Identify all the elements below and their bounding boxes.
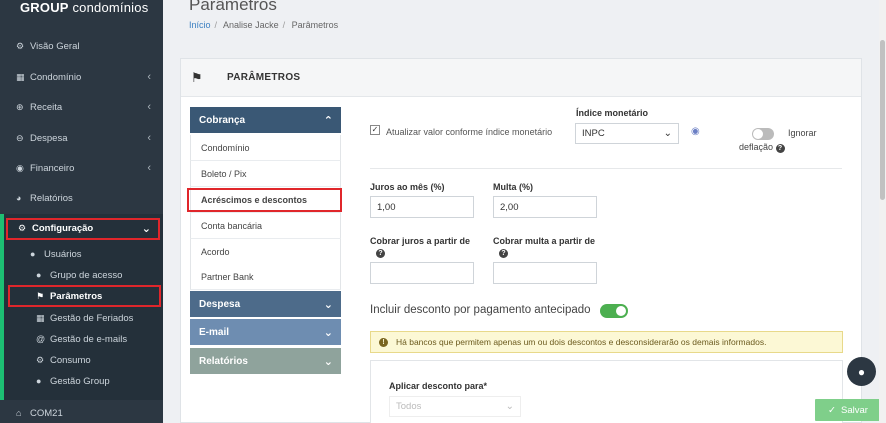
sidebar-sub-grupo-acesso[interactable]: ● Grupo de acesso <box>36 266 122 284</box>
chevron-down-icon: ⌄ <box>663 128 672 139</box>
building-icon: ▦ <box>16 71 25 82</box>
minus-circle-icon: ⊖ <box>16 132 24 143</box>
sidebar-item-visao-geral[interactable]: ⚙ Visão Geral <box>0 35 163 57</box>
chevron-down-icon: ⌄ <box>505 401 514 412</box>
breadcrumb: Início / Analise Jacke / Parâmetros <box>189 20 339 30</box>
chevron-down-icon: ⌄ <box>323 355 333 368</box>
aplicar-label: Aplicar desconto para* <box>389 381 488 391</box>
atualizar-label: Atualizar valor conforme índice monetári… <box>386 127 553 137</box>
ignorar-deflacao-toggle[interactable] <box>752 128 774 140</box>
users-icon: ● <box>36 270 42 280</box>
sidebar-sub-gestao-group[interactable]: ● Gestão Group <box>36 372 110 390</box>
chevron-up-icon: ⌃ <box>323 114 333 127</box>
menu-item-partner-bank[interactable]: Partner Bank <box>190 264 341 290</box>
sidebar-item-receita[interactable]: ⊕ Receita ‹ <box>0 96 163 118</box>
help-icon[interactable]: ? <box>499 249 508 258</box>
desconto-label: Incluir desconto por pagamento antecipad… <box>370 304 591 316</box>
card-header: ⚑ PARÂMETROS <box>181 59 861 97</box>
sidebar-item-relatorios[interactable]: ◕ Relatórios <box>0 187 163 209</box>
sidebar-item-com21[interactable]: ⌂ COM21 <box>0 402 163 423</box>
breadcrumb-parametros: Parâmetros <box>291 20 339 30</box>
home-icon: ⌂ <box>16 408 22 418</box>
check-icon: ✓ <box>828 404 837 416</box>
eye-icon[interactable]: ◉ <box>691 126 700 137</box>
cobrar-juros-input[interactable] <box>370 262 474 284</box>
user-icon: ● <box>30 249 36 259</box>
indice-label: Índice monetário <box>576 108 649 118</box>
chat-icon[interactable]: ● <box>847 357 876 386</box>
indice-select[interactable]: INPC ⌄ <box>575 123 679 144</box>
cobrar-multa-label: Cobrar multa a partir de <box>493 236 596 246</box>
ignorar-label: Ignorar <box>788 128 817 138</box>
highlight-box <box>8 285 161 307</box>
divider <box>370 168 842 169</box>
menu-despesa[interactable]: Despesa ⌄ <box>190 291 341 317</box>
user-icon: ● <box>36 376 42 386</box>
sidebar-item-despesa[interactable]: ⊖ Despesa ‹ <box>0 127 163 149</box>
sidebar-item-financeiro[interactable]: ◉ Financeiro ‹ <box>0 157 163 179</box>
sidebar-sub-emails[interactable]: @ Gestão de e-mails <box>36 330 127 348</box>
juros-input[interactable]: 1,00 <box>370 196 474 218</box>
sidebar-sub-usuarios[interactable]: ● Usuários <box>30 245 82 263</box>
at-icon: @ <box>36 334 46 344</box>
money-icon: ◉ <box>16 162 24 173</box>
chevron-down-icon: ⌄ <box>323 326 333 339</box>
card-title: PARÂMETROS <box>227 72 301 83</box>
cobrar-juros-label: Cobrar juros a partir de <box>370 236 471 246</box>
flag-icon: ⚑ <box>191 69 203 85</box>
juros-label: Juros ao mês (%) <box>370 182 445 192</box>
multa-input[interactable]: 2,00 <box>493 196 597 218</box>
cogs-icon: ⚙ <box>36 354 45 365</box>
save-button[interactable]: ✓ Salvar <box>815 399 881 421</box>
chevron-left-icon: ‹ <box>147 101 151 113</box>
scrollbar-thumb[interactable] <box>880 40 885 200</box>
aplicar-select[interactable]: Todos ⌄ <box>389 396 521 417</box>
plus-circle-icon: ⊕ <box>16 101 24 112</box>
brand-logo[interactable]: GROUP condomínios <box>20 0 148 15</box>
multa-label: Multa (%) <box>493 182 533 192</box>
sidebar: GROUP condomínios ⚙ Visão Geral ▦ Condomín… <box>0 0 163 423</box>
menu-email[interactable]: E-mail ⌄ <box>190 319 341 345</box>
menu-item-acordo[interactable]: Acordo <box>190 239 341 265</box>
breadcrumb-inicio[interactable]: Início <box>189 20 211 30</box>
chevron-left-icon: ‹ <box>147 71 151 83</box>
menu-item-conta-bancaria[interactable]: Conta bancária <box>190 213 341 239</box>
info-alert: ! Há bancos que permitem apenas um ou doi… <box>370 331 843 353</box>
scrollbar[interactable] <box>879 0 886 423</box>
atualizar-checkbox[interactable]: ✓ <box>370 125 380 135</box>
page-title: Parâmetros <box>189 0 277 14</box>
deflacao-label: deflação ? <box>739 142 785 153</box>
menu-item-condominio[interactable]: Condomínio <box>190 135 341 161</box>
info-icon: ! <box>379 337 388 347</box>
menu-cobranca[interactable]: Cobrança ⌃ <box>190 107 341 133</box>
sidebar-sub-consumo[interactable]: ⚙ Consumo <box>36 351 91 369</box>
calendar-icon: ▦ <box>36 312 45 323</box>
chart-icon: ◕ <box>16 193 22 203</box>
menu-item-boleto-pix[interactable]: Boleto / Pix <box>190 161 341 187</box>
chevron-left-icon: ‹ <box>147 132 151 144</box>
cobrar-multa-input[interactable] <box>493 262 597 284</box>
chevron-left-icon: ‹ <box>147 162 151 174</box>
help-icon[interactable]: ? <box>775 144 785 153</box>
highlight-box <box>6 218 160 240</box>
desconto-toggle[interactable] <box>600 304 628 318</box>
highlight-box <box>187 188 342 212</box>
sidebar-sub-feriados[interactable]: ▦ Gestão de Feriados <box>36 309 133 327</box>
help-icon[interactable]: ? <box>376 249 385 258</box>
breadcrumb-analise: Analise Jacke <box>223 20 279 30</box>
chevron-down-icon: ⌄ <box>323 298 333 311</box>
menu-relatorios[interactable]: Relatórios ⌄ <box>190 348 341 374</box>
dashboard-icon: ⚙ <box>16 40 25 51</box>
sidebar-item-condominio[interactable]: ▦ Condomínio ‹ <box>0 66 163 88</box>
